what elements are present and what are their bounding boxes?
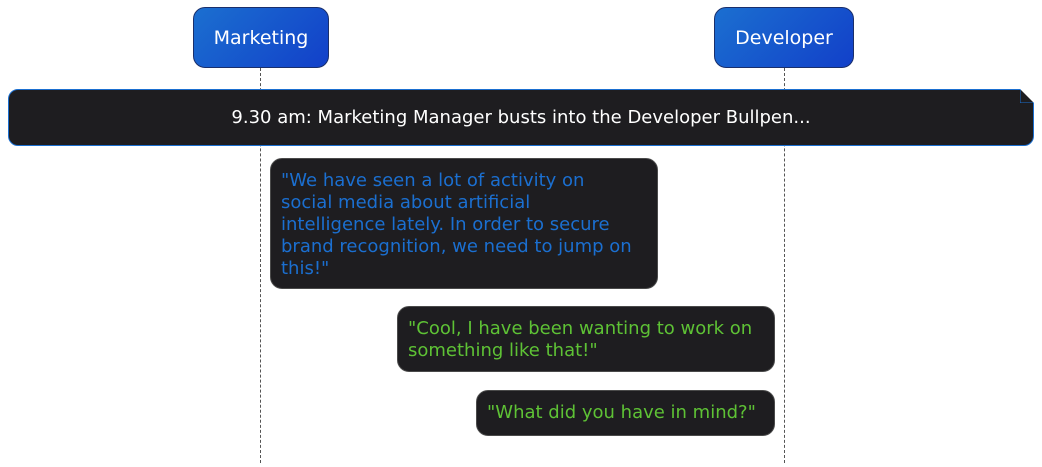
participant-marketing[interactable]: Marketing bbox=[193, 7, 329, 68]
scene-note-text: 9.30 am: Marketing Manager busts into th… bbox=[231, 107, 811, 128]
scene-note: 9.30 am: Marketing Manager busts into th… bbox=[8, 89, 1034, 146]
developer-message-bubble: "Cool, I have been wanting to work on so… bbox=[397, 306, 775, 372]
participant-developer[interactable]: Developer bbox=[714, 7, 854, 68]
marketing-message-bubble: "We have seen a lot of activity on socia… bbox=[270, 158, 658, 289]
note-fold-corner bbox=[1020, 89, 1034, 103]
developer-question-bubble: "What did you have in mind?" bbox=[476, 390, 775, 436]
